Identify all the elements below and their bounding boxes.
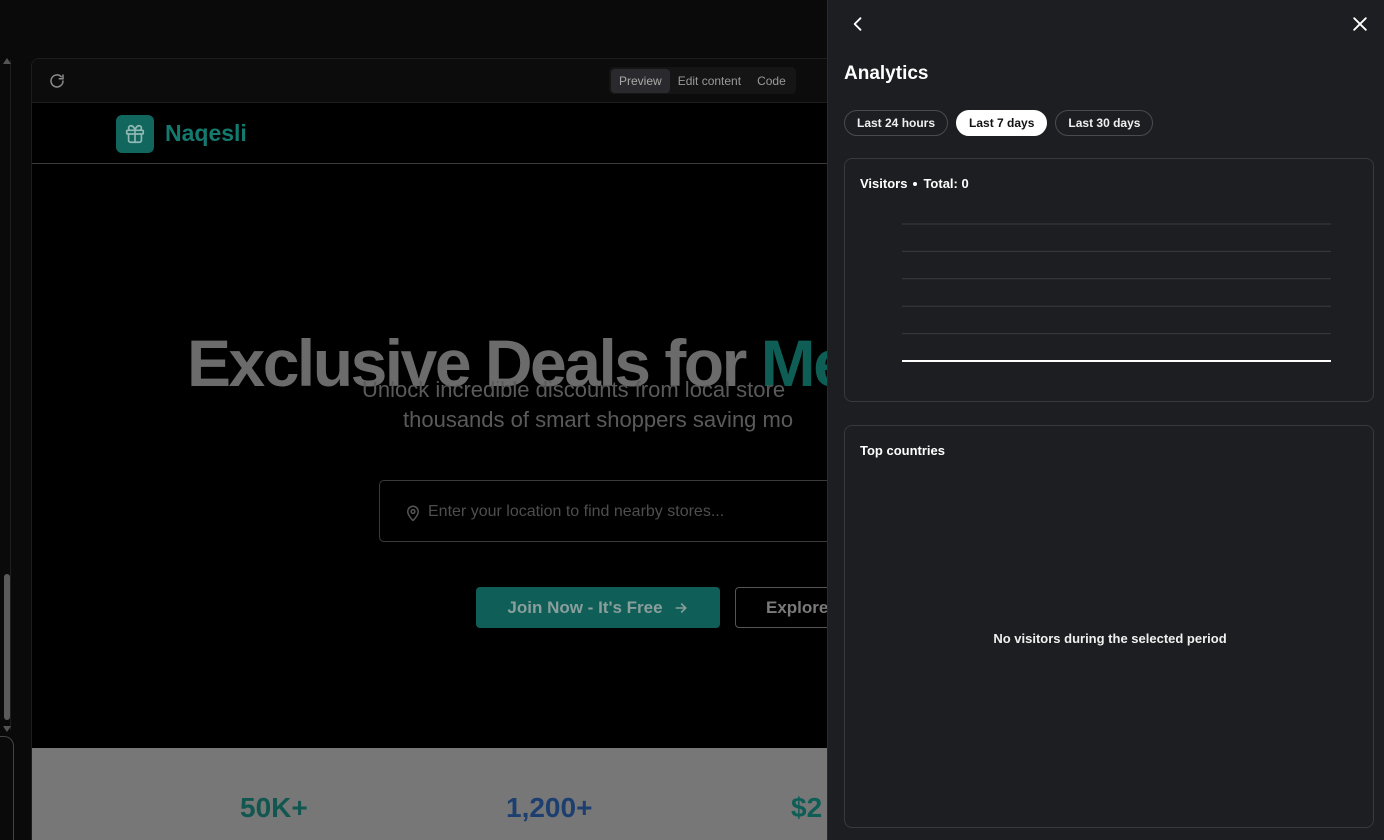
range-last-7-days[interactable]: Last 7 days [956, 110, 1048, 136]
range-last-24-hours[interactable]: Last 24 hours [844, 110, 949, 136]
chevron-left-icon[interactable] [848, 14, 868, 34]
preview-toolbar: Preview Edit content Code [32, 59, 830, 103]
arrow-right-icon [675, 602, 687, 613]
scrollbar-thumb[interactable] [4, 574, 10, 720]
preview-frame: Preview Edit content Code Naqesli Exclus… [31, 58, 831, 840]
stat-savings: $2 [791, 792, 823, 823]
hero-subtitle-line-1: Unlock incredible discounts from local s… [362, 377, 786, 402]
join-now-label: Join Now - It's Free [507, 597, 663, 617]
location-input[interactable] [428, 499, 828, 525]
stat-stores: 1,200+ [506, 792, 593, 823]
site-logo[interactable] [116, 115, 154, 153]
tab-edit-content[interactable]: Edit content [670, 69, 749, 93]
refresh-icon[interactable] [48, 72, 66, 90]
app-root: Preview Edit content Code Naqesli Exclus… [0, 0, 1384, 840]
scroll-up-arrow-icon[interactable] [3, 58, 11, 64]
gift-icon [125, 124, 145, 144]
stat-users: 50K+ [240, 792, 308, 823]
top-countries-title: Top countries [860, 443, 945, 458]
corner-widget [0, 736, 14, 840]
top-countries-card: Top countries No visitors during the sel… [844, 425, 1374, 828]
tab-code[interactable]: Code [749, 69, 794, 93]
time-range-tabs: Last 24 hours Last 7 days Last 30 days [844, 110, 1154, 136]
view-mode-tabs: Preview Edit content Code [609, 67, 796, 94]
site-preview: Naqesli Exclusive Deals for Me Unlock in… [32, 103, 830, 840]
stats-band: 50K+ 1,200+ $2 [32, 748, 830, 840]
explore-button[interactable]: Explore [735, 587, 830, 628]
scroll-down-arrow-icon[interactable] [3, 726, 11, 732]
hero-subtitle-line-2: thousands of smart shoppers saving mo [403, 407, 794, 432]
close-icon[interactable] [1350, 14, 1370, 34]
panel-title: Analytics [844, 63, 929, 84]
tab-preview[interactable]: Preview [611, 68, 670, 93]
site-header: Naqesli [32, 103, 830, 164]
visitors-chart [902, 223, 1331, 362]
join-now-button[interactable]: Join Now - It's Free [476, 587, 720, 628]
empty-state-message: No visitors during the selected period [993, 631, 1227, 646]
location-search-box [379, 480, 830, 542]
left-edge-divider [10, 60, 11, 730]
analytics-panel: Analytics Last 24 hours Last 7 days Last… [827, 0, 1384, 840]
range-last-30-days[interactable]: Last 30 days [1055, 110, 1154, 136]
site-brand-name[interactable]: Naqesli [165, 120, 247, 147]
map-pin-icon [407, 505, 419, 522]
visitors-card: Visitors Total: 0 [844, 158, 1374, 402]
